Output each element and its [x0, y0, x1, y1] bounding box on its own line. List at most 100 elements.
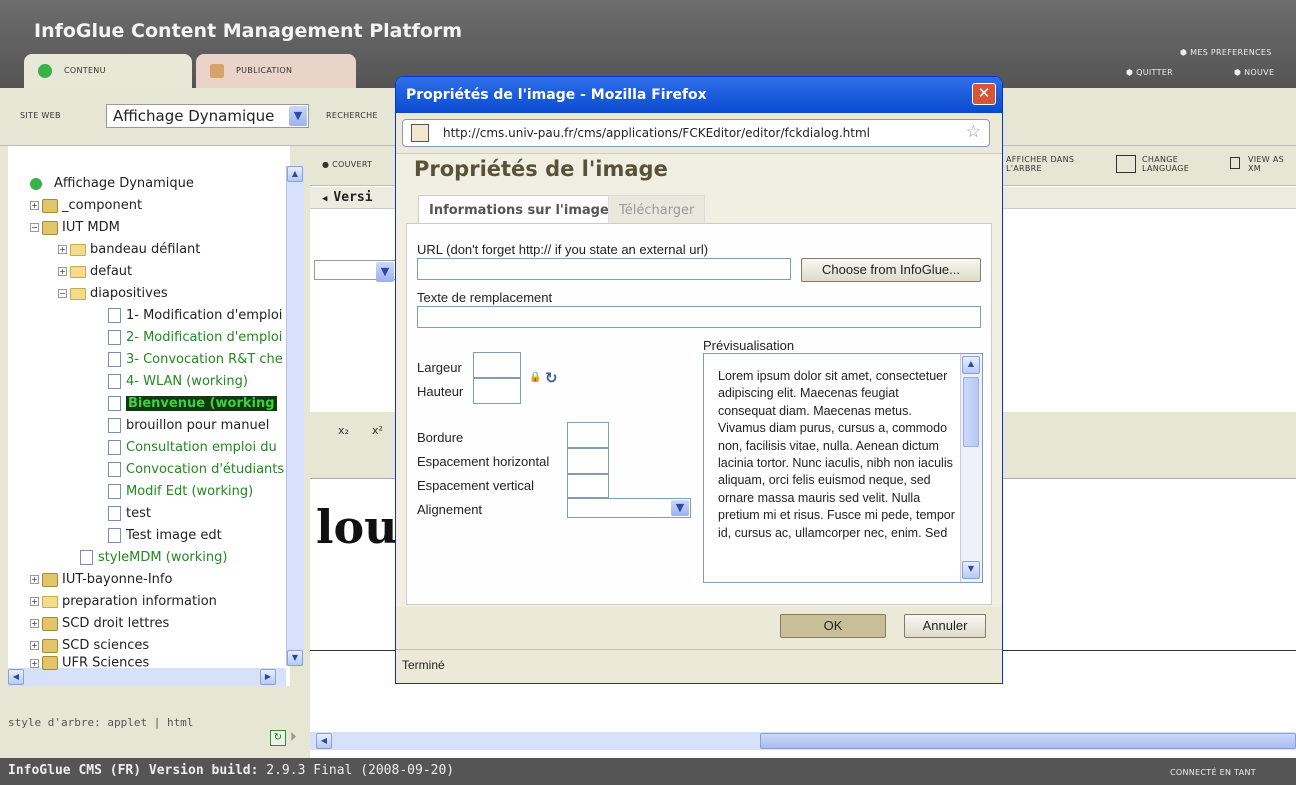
new-icon: ⬢ [1234, 68, 1245, 77]
superscript-icon[interactable]: x² [372, 424, 383, 437]
tree-item[interactable]: + defaut [58, 262, 132, 282]
expand-icon[interactable]: + [30, 201, 39, 210]
cover-button[interactable]: ● COUVERT [322, 160, 372, 169]
dialog-heading: Propriétés de l'image [414, 157, 668, 181]
tree-vscrollbar[interactable] [286, 166, 304, 666]
tree-item[interactable]: + UFR Sciences [30, 656, 149, 670]
cancel-button[interactable]: Annuler [904, 614, 986, 638]
editor-heading: lou [316, 500, 398, 554]
lock-ratio-icon[interactable]: 🔒 [529, 372, 541, 383]
scroll-down-icon[interactable]: ▼ [287, 650, 303, 666]
version-label: Versi [333, 190, 373, 205]
tree-item[interactable]: + _component [30, 196, 142, 216]
tree-item[interactable]: 3- Convocation R&T che [108, 350, 283, 370]
site-select[interactable]: Affichage Dynamique ▼ [106, 104, 309, 128]
subscript-icon[interactable]: x₂ [338, 424, 349, 437]
tree-item-label: Consultation emploi du [126, 440, 277, 455]
align-select[interactable]: ▼ [567, 498, 691, 518]
border-label: Bordure [417, 430, 464, 445]
expand-icon[interactable]: + [30, 597, 39, 606]
vspace-input[interactable] [567, 474, 609, 498]
dialog-title: Propriétés de l'image - Mozilla Firefox [406, 87, 707, 103]
app-header [0, 0, 1296, 88]
close-icon[interactable]: ✕ [972, 83, 996, 105]
refresh-icon[interactable]: ↻ [270, 730, 286, 746]
collapse-icon[interactable]: − [58, 289, 67, 298]
left-arrow-icon[interactable]: ◀ [322, 194, 327, 204]
new-link[interactable]: ⬢ NOUVE [1234, 68, 1274, 77]
scroll-up-icon[interactable]: ▲ [287, 166, 303, 182]
url-text: http://cms.univ-pau.fr/cms/applications/… [443, 126, 871, 140]
quit-link[interactable]: ⬢ QUITTER [1126, 68, 1173, 77]
tree-item[interactable]: 4- WLAN (working) [108, 372, 248, 392]
expand-icon[interactable]: + [58, 245, 67, 254]
dialog-titlebar[interactable]: Propriétés de l'image - Mozilla Firefox [396, 77, 1002, 113]
choose-from-infoglue-button[interactable]: Choose from InfoGlue... [801, 258, 981, 282]
tab-upload[interactable]: Télécharger [608, 195, 706, 223]
scroll-thumb[interactable] [760, 733, 1296, 749]
collapse-icon[interactable]: − [30, 223, 39, 232]
height-input[interactable] [473, 378, 521, 404]
width-input[interactable] [473, 352, 521, 378]
version-select[interactable]: ▼ [314, 260, 396, 282]
tree-item[interactable]: Modif Edt (working) [108, 482, 253, 502]
content-icon [38, 64, 52, 78]
scroll-thumb[interactable] [963, 377, 979, 447]
tab-image-info[interactable]: Informations sur l'image [418, 195, 620, 223]
expand-icon[interactable]: + [30, 619, 39, 628]
tree-item[interactable]: 1- Modification d'emploi [108, 306, 282, 326]
scroll-left-icon[interactable]: ◀ [316, 733, 332, 749]
reset-size-icon[interactable]: ↻ [545, 369, 558, 387]
tree-item[interactable]: + SCD sciences [30, 636, 149, 656]
document-icon [108, 528, 121, 543]
tab-publication[interactable]: PUBLICATION [196, 54, 356, 88]
dialog-status: Terminé [396, 649, 1002, 683]
expand-icon[interactable]: + [30, 575, 39, 584]
collapse-panel-icon[interactable]: ⏵ [290, 730, 297, 745]
tree-item[interactable]: Affichage Dynamique [30, 174, 194, 194]
show-in-tree-button[interactable]: AFFICHER DANS L'ARBRE [1006, 155, 1106, 173]
tree-item[interactable]: Consultation emploi du [108, 438, 277, 458]
star-icon[interactable]: ☆ [966, 122, 981, 142]
height-label: Hauteur [417, 384, 464, 399]
change-language-button[interactable]: CHANGE LANGUAGE [1116, 155, 1206, 173]
url-bar[interactable]: http://cms.univ-pau.fr/cms/applications/… [402, 119, 990, 147]
tree-hscrollbar[interactable] [8, 668, 286, 686]
alt-text-input[interactable] [417, 306, 981, 328]
tree-item[interactable]: + IUT-bayonne-Info [30, 570, 172, 590]
expand-icon[interactable]: + [30, 641, 39, 650]
site-icon [30, 177, 42, 190]
scroll-right-icon[interactable]: ▶ [260, 669, 276, 685]
scroll-down-icon[interactable]: ▼ [962, 561, 980, 579]
tree-item[interactable]: brouillon pour manuel [108, 416, 269, 436]
tree-item-label: preparation information [62, 594, 217, 609]
tree-item[interactable]: styleMDM (working) [80, 548, 227, 568]
preview-text: Lorem ipsum dolor sit amet, consectetuer… [718, 369, 955, 540]
tree-item-selected[interactable]: Bienvenue (working [108, 394, 277, 414]
tree-item-label: 3- Convocation R&T che [126, 352, 283, 367]
site-folder-icon [42, 616, 58, 631]
tab-content[interactable]: CONTENU [24, 54, 192, 88]
document-icon [108, 374, 121, 389]
border-input[interactable] [567, 422, 609, 448]
expand-icon[interactable]: + [58, 267, 67, 276]
tree-item[interactable]: Convocation d'étudiants [108, 460, 284, 480]
expand-icon[interactable]: + [30, 658, 39, 668]
view-as-xml-button[interactable]: VIEW AS XM [1230, 155, 1296, 173]
tree-item[interactable]: + SCD droit lettres [30, 614, 169, 634]
url-label: URL (don't forget http:// if you state a… [417, 242, 709, 257]
app-title: InfoGlue Content Management Platform [34, 20, 463, 42]
scroll-up-icon[interactable]: ▲ [962, 356, 980, 374]
preferences-link[interactable]: ⬢ MES PREFERENCES [1180, 48, 1272, 57]
tree-item[interactable]: test [108, 504, 151, 524]
hspace-input[interactable] [567, 448, 609, 474]
url-input[interactable] [417, 258, 791, 280]
ok-button[interactable]: OK [780, 614, 886, 638]
tree-item[interactable]: + preparation information [30, 592, 217, 612]
tree-item[interactable]: 2- Modification d'emploi [108, 328, 282, 348]
tree-item[interactable]: − diapositives [58, 284, 168, 304]
tree-item[interactable]: + bandeau défilant [58, 240, 200, 260]
scroll-left-icon[interactable]: ◀ [8, 669, 24, 685]
tree-item[interactable]: − IUT MDM [30, 218, 120, 238]
tree-item[interactable]: Test image edt [108, 526, 222, 546]
